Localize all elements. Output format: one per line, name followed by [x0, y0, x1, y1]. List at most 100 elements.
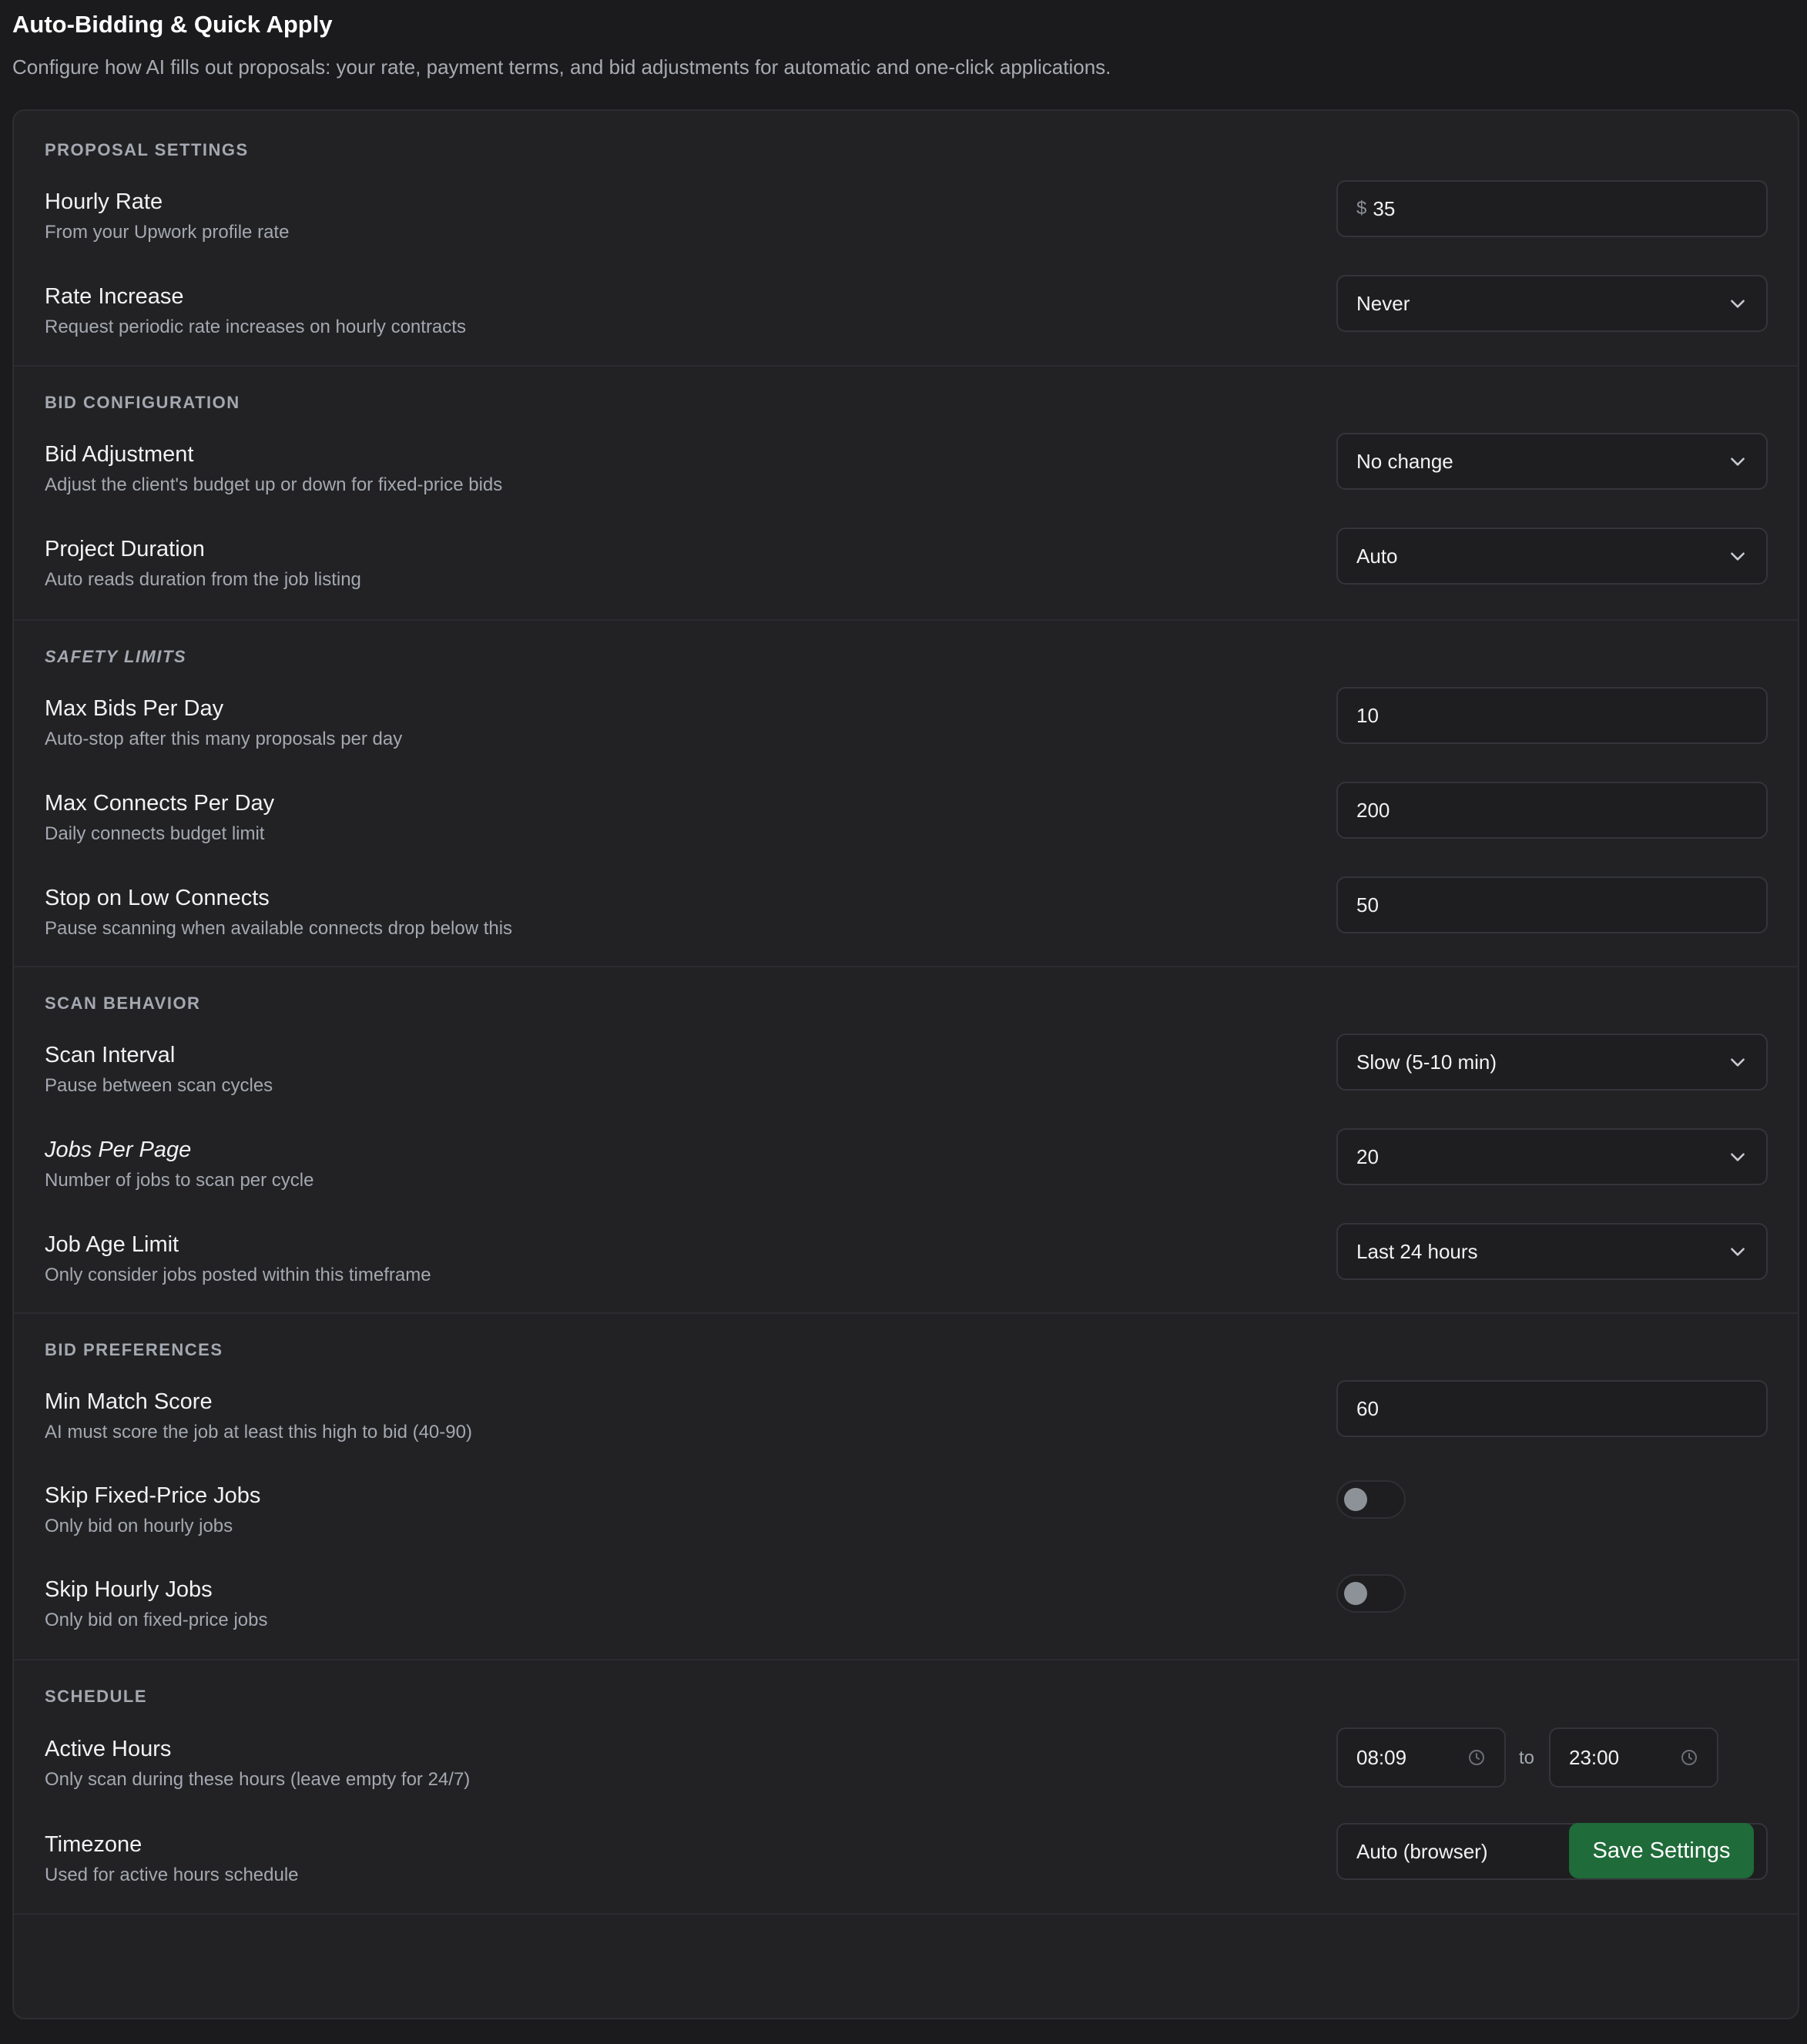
- setting-label: Scan Interval: [45, 1043, 176, 1067]
- setting-row-bid-adjustment: Bid Adjustment Adjust the client's budge…: [14, 433, 1798, 504]
- setting-label: Skip Hourly Jobs: [45, 1577, 213, 1602]
- setting-row-hourly-rate: Hourly Rate From your Upwork profile rat…: [14, 180, 1798, 251]
- setting-label: Max Connects Per Day: [45, 791, 275, 816]
- setting-row-jobs-per-page: Jobs Per Page Number of jobs to scan per…: [14, 1128, 1798, 1199]
- max-connects-value: 200: [1356, 798, 1390, 822]
- section-bid-preferences: BID PREFERENCES Min Match Score AI must …: [14, 1312, 1798, 1660]
- skip-fixed-price-toggle[interactable]: [1336, 1480, 1406, 1519]
- chevron-down-icon: [1731, 1058, 1745, 1067]
- setting-row-timezone: Timezone Used for active hours schedule …: [14, 1823, 1798, 1894]
- bid-adjustment-select[interactable]: No change: [1336, 433, 1768, 490]
- skip-hourly-toggle[interactable]: [1336, 1574, 1406, 1613]
- rate-increase-value: Never: [1356, 291, 1410, 315]
- setting-label: Skip Fixed-Price Jobs: [45, 1483, 261, 1508]
- setting-description: AI must score the job at least this high…: [45, 1422, 472, 1443]
- rate-increase-select[interactable]: Never: [1336, 275, 1768, 332]
- setting-row-max-bids: Max Bids Per Day Auto-stop after this ma…: [14, 687, 1798, 758]
- setting-description: Adjust the client's budget up or down fo…: [45, 474, 503, 495]
- setting-description: Daily connects budget limit: [45, 823, 265, 844]
- section-title: SCAN BEHAVIOR: [45, 994, 201, 1013]
- setting-row-job-age-limit: Job Age Limit Only consider jobs posted …: [14, 1223, 1798, 1294]
- project-duration-select[interactable]: Auto: [1336, 528, 1768, 585]
- toggle-knob: [1344, 1582, 1367, 1605]
- setting-label: Rate Increase: [45, 284, 184, 309]
- setting-label: Stop on Low Connects: [45, 886, 270, 910]
- setting-description: From your Upwork profile rate: [45, 222, 290, 243]
- setting-label: Min Match Score: [45, 1389, 213, 1414]
- currency-prefix: $: [1356, 198, 1367, 219]
- active-hours-end-input[interactable]: 23:00: [1549, 1727, 1718, 1788]
- section-title: SCHEDULE: [45, 1687, 148, 1706]
- section-title: PROPOSAL SETTINGS: [45, 140, 249, 159]
- setting-description: Number of jobs to scan per cycle: [45, 1170, 314, 1191]
- section-title: BID PREFERENCES: [45, 1340, 223, 1359]
- setting-row-skip-hourly: Skip Hourly Jobs Only bid on fixed-price…: [14, 1574, 1798, 1639]
- clock-icon: [1469, 1750, 1484, 1765]
- section-schedule: SCHEDULE Active Hours Only scan during t…: [14, 1659, 1798, 1915]
- setting-row-rate-increase: Rate Increase Request periodic rate incr…: [14, 275, 1798, 346]
- setting-label: Job Age Limit: [45, 1232, 179, 1257]
- hourly-rate-value: 35: [1373, 196, 1396, 220]
- setting-row-active-hours: Active Hours Only scan during these hour…: [14, 1727, 1798, 1798]
- setting-label: Hourly Rate: [45, 189, 163, 214]
- job-age-limit-value: Last 24 hours: [1356, 1239, 1478, 1263]
- section-bid-configuration: BID CONFIGURATION Bid Adjustment Adjust …: [14, 365, 1798, 621]
- page-description: Configure how AI fills out proposals: yo…: [12, 55, 1111, 79]
- setting-row-stop-low-connects: Stop on Low Connects Pause scanning when…: [14, 876, 1798, 947]
- setting-description: Only bid on fixed-price jobs: [45, 1610, 268, 1630]
- setting-row-max-connects: Max Connects Per Day Daily connects budg…: [14, 782, 1798, 853]
- toggle-knob: [1344, 1488, 1367, 1511]
- start-time-value: 08:09: [1356, 1745, 1407, 1769]
- settings-page: Auto-Bidding & Quick Apply Configure how…: [0, 0, 1807, 2044]
- setting-row-skip-fixed-price: Skip Fixed-Price Jobs Only bid on hourly…: [14, 1480, 1798, 1545]
- end-time-value: 23:00: [1569, 1745, 1620, 1769]
- scan-interval-select[interactable]: Slow (5-10 min): [1336, 1034, 1768, 1091]
- setting-row-project-duration: Project Duration Auto reads duration fro…: [14, 528, 1798, 598]
- setting-description: Auto-stop after this many proposals per …: [45, 729, 403, 749]
- page-title: Auto-Bidding & Quick Apply: [12, 11, 333, 38]
- setting-description: Pause between scan cycles: [45, 1075, 273, 1096]
- setting-description: Only consider jobs posted within this ti…: [45, 1265, 431, 1285]
- setting-description: Pause scanning when available connects d…: [45, 918, 513, 939]
- max-bids-value: 10: [1356, 703, 1379, 727]
- setting-label: Bid Adjustment: [45, 442, 194, 467]
- chevron-down-icon: [1731, 300, 1745, 308]
- job-age-limit-select[interactable]: Last 24 hours: [1336, 1223, 1768, 1280]
- min-match-score-input[interactable]: 60: [1336, 1380, 1768, 1437]
- chevron-down-icon: [1731, 1153, 1745, 1161]
- setting-row-min-match-score: Min Match Score AI must score the job at…: [14, 1380, 1798, 1451]
- stop-low-connects-input[interactable]: 50: [1336, 876, 1768, 933]
- setting-description: Used for active hours schedule: [45, 1865, 299, 1885]
- chevron-down-icon: [1731, 552, 1745, 561]
- project-duration-value: Auto: [1356, 544, 1398, 568]
- setting-description: Request periodic rate increases on hourl…: [45, 317, 466, 337]
- setting-description: Auto reads duration from the job listing: [45, 569, 361, 590]
- section-safety-limits: SAFETY LIMITS Max Bids Per Day Auto-stop…: [14, 619, 1798, 967]
- time-range-separator: to: [1519, 1747, 1535, 1768]
- section-proposal-settings: PROPOSAL SETTINGS Hourly Rate From your …: [14, 111, 1798, 365]
- setting-description: Only scan during these hours (leave empt…: [45, 1769, 471, 1790]
- chevron-down-icon: [1731, 457, 1745, 466]
- setting-description: Only bid on hourly jobs: [45, 1516, 233, 1536]
- jobs-per-page-select[interactable]: 20: [1336, 1128, 1768, 1185]
- setting-label: Jobs Per Page: [45, 1138, 192, 1162]
- setting-label: Active Hours: [45, 1737, 172, 1761]
- hourly-rate-input[interactable]: $ 35: [1336, 180, 1768, 237]
- setting-label: Project Duration: [45, 537, 205, 561]
- card-footer: [14, 1913, 1798, 2019]
- stop-low-connects-value: 50: [1356, 893, 1379, 916]
- section-title: SAFETY LIMITS: [45, 647, 187, 666]
- max-bids-input[interactable]: 10: [1336, 687, 1768, 744]
- max-connects-input[interactable]: 200: [1336, 782, 1768, 839]
- jobs-per-page-value: 20: [1356, 1144, 1379, 1168]
- setting-row-scan-interval: Scan Interval Pause between scan cycles …: [14, 1034, 1798, 1104]
- setting-label: Timezone: [45, 1832, 142, 1857]
- active-hours-start-input[interactable]: 08:09: [1336, 1727, 1506, 1788]
- save-settings-button[interactable]: Save Settings: [1569, 1823, 1754, 1878]
- chevron-down-icon: [1731, 1248, 1745, 1256]
- bid-adjustment-value: No change: [1356, 449, 1453, 473]
- section-scan-behavior: SCAN BEHAVIOR Scan Interval Pause betwee…: [14, 966, 1798, 1314]
- min-match-score-value: 60: [1356, 1396, 1379, 1420]
- scan-interval-value: Slow (5-10 min): [1356, 1050, 1497, 1074]
- setting-label: Max Bids Per Day: [45, 696, 224, 721]
